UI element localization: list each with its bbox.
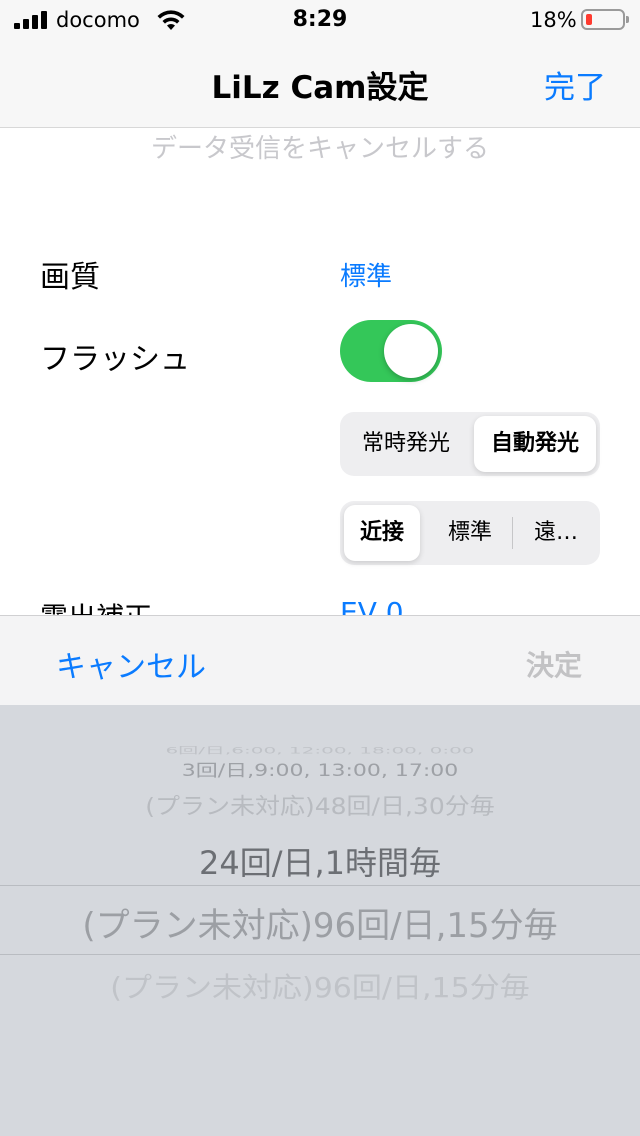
segment-auto-flash[interactable]: 自動発光 (474, 416, 596, 472)
flash-toggle[interactable] (340, 320, 442, 382)
battery-level-fill (586, 14, 592, 25)
quality-label: 画質 (40, 260, 100, 295)
picker-option[interactable]: (プラン未対応)48回/日,30分毎 (0, 789, 640, 821)
battery-icon (581, 9, 629, 30)
picker-toolbar: キャンセル 決定 (0, 615, 640, 705)
segment-standard[interactable]: 標準 (428, 505, 512, 561)
navigation-bar: LiLz Cam設定 完了 (0, 40, 640, 128)
picker-option-selected[interactable]: (プラン未対応)96回/日,15分毎 (0, 898, 640, 947)
battery-percentage: 18% (530, 8, 577, 32)
picker-confirm-button[interactable]: 決定 (526, 644, 582, 684)
segment-always-flash[interactable]: 常時発光 (344, 416, 468, 472)
flash-mode-segmented-control: 常時発光 自動発光 (340, 412, 600, 476)
segment-far[interactable]: 遠… (516, 505, 596, 561)
schedule-picker-wheel[interactable]: 6回/日,6:00, 12:00, 18:00, 0:00 3回/日,9:00,… (0, 705, 640, 1136)
picker-selection-top-line (0, 885, 640, 886)
picker-option[interactable]: 24回/日,1時間毎 (0, 838, 640, 884)
segment-near[interactable]: 近接 (344, 505, 420, 561)
picker-option[interactable]: 3回/日,9:00, 13:00, 17:00 (0, 757, 640, 781)
picker-option[interactable]: (プラン未対応)96回/日,15分毎 (0, 965, 640, 1005)
picker-selection-bottom-line (0, 954, 640, 955)
picker-cancel-button[interactable]: キャンセル (56, 642, 206, 686)
flash-range-segmented-control: 近接 標準 遠… (340, 501, 600, 565)
done-button[interactable]: 完了 (544, 62, 606, 107)
toggle-knob (384, 324, 438, 378)
status-bar: docomo 8:29 18% (0, 0, 640, 40)
cancel-data-receive-button[interactable]: データ受信をキャンセルする (0, 128, 640, 165)
quality-value[interactable]: 標準 (340, 256, 392, 293)
segment-divider (512, 517, 513, 549)
picker-option[interactable]: 6回/日,6:00, 12:00, 18:00, 0:00 (0, 743, 640, 756)
flash-label: フラッシュ (40, 342, 190, 377)
